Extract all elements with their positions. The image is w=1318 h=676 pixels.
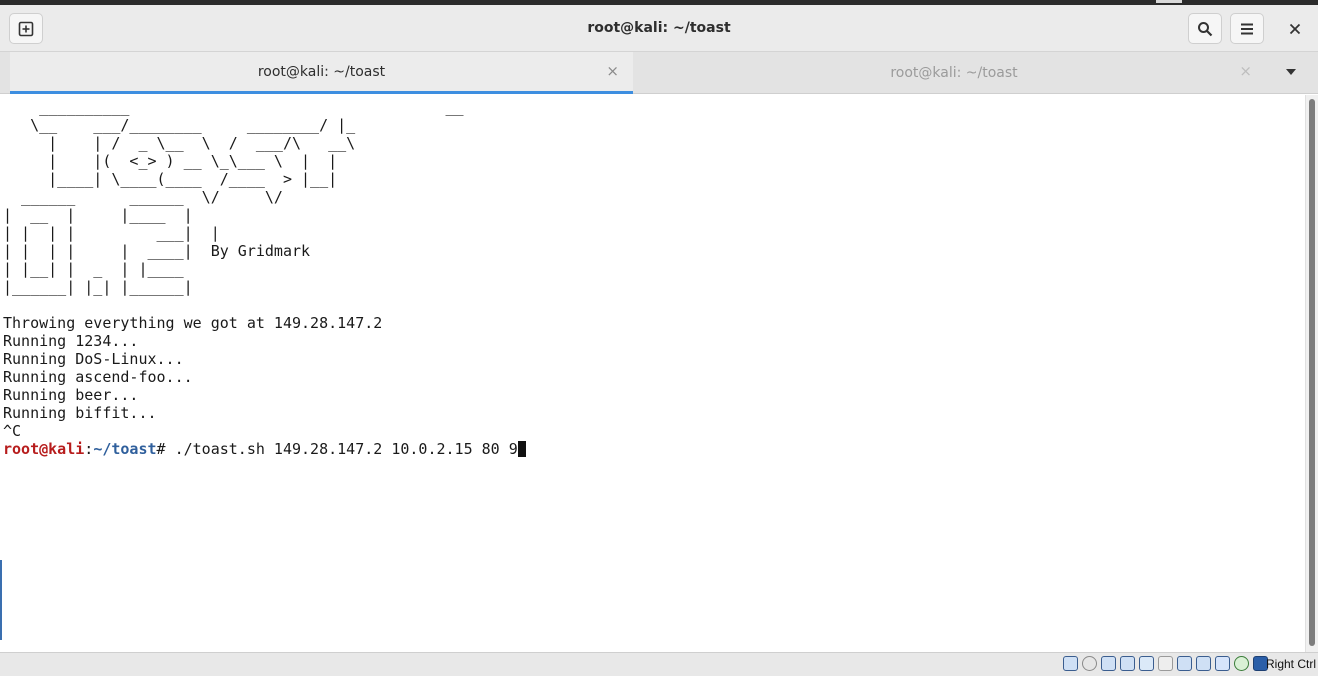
prompt-symbol: # bbox=[156, 440, 175, 458]
audio-icon[interactable] bbox=[1082, 656, 1097, 671]
search-icon bbox=[1198, 21, 1213, 36]
host-top-indicator bbox=[1156, 0, 1182, 3]
close-icon bbox=[1289, 23, 1301, 34]
host-key-label: Right Ctrl bbox=[1265, 657, 1316, 671]
tab-close-icon[interactable]: × bbox=[606, 64, 619, 79]
guest-additions-icon[interactable] bbox=[1234, 656, 1249, 671]
virtualization-icon[interactable] bbox=[1215, 656, 1230, 671]
menu-button[interactable] bbox=[1230, 13, 1264, 44]
host-left-edge bbox=[0, 560, 2, 640]
text-cursor bbox=[517, 441, 526, 457]
command-input[interactable]: ./toast.sh 149.28.147.2 10.0.2.15 80 9 bbox=[175, 440, 518, 458]
scrollbar-thumb[interactable] bbox=[1309, 99, 1315, 646]
search-button[interactable] bbox=[1188, 13, 1222, 44]
prompt-path: ~/toast bbox=[93, 440, 157, 458]
tab-label: root@kali: ~/toast bbox=[257, 63, 386, 80]
tab-close-icon[interactable]: × bbox=[1239, 64, 1252, 79]
display-icon[interactable] bbox=[1177, 656, 1192, 671]
terminal-text: __________ __ \__ ___/________ ________/… bbox=[3, 98, 526, 458]
tab-list-dropdown-icon[interactable] bbox=[1286, 69, 1296, 75]
close-window-button[interactable] bbox=[1278, 13, 1312, 44]
script-output: Throwing everything we got at 149.28.147… bbox=[3, 314, 383, 440]
vertical-scrollbar[interactable] bbox=[1305, 95, 1318, 652]
usb-icon[interactable] bbox=[1139, 656, 1154, 671]
shared-folders-icon[interactable] bbox=[1158, 656, 1173, 671]
tab-terminal-1[interactable]: root@kali: ~/toast × bbox=[10, 52, 633, 94]
network-2-icon[interactable] bbox=[1120, 656, 1135, 671]
tab-terminal-2[interactable]: root@kali: ~/toast × bbox=[634, 52, 1274, 94]
hamburger-menu-icon bbox=[1241, 23, 1253, 34]
ascii-banner: __________ __ \__ ___/________ ________/… bbox=[3, 98, 464, 296]
network-icon[interactable] bbox=[1101, 656, 1116, 671]
recording-icon[interactable] bbox=[1196, 656, 1211, 671]
tab-label: root@kali: ~/toast bbox=[890, 65, 1018, 81]
vm-status-bar: Right Ctrl bbox=[0, 652, 1318, 676]
optical-drive-icon[interactable] bbox=[1063, 656, 1078, 671]
window-title: root@kali: ~/toast bbox=[587, 20, 731, 36]
prompt-user: root@kali bbox=[3, 440, 85, 458]
prompt-separator: : bbox=[84, 440, 94, 458]
tab-bar: root@kali: ~/toast × root@kali: ~/toast … bbox=[0, 52, 1318, 94]
window-titlebar: root@kali: ~/toast bbox=[0, 5, 1318, 52]
terminal-output-area[interactable]: __________ __ \__ ___/________ ________/… bbox=[0, 95, 1305, 652]
